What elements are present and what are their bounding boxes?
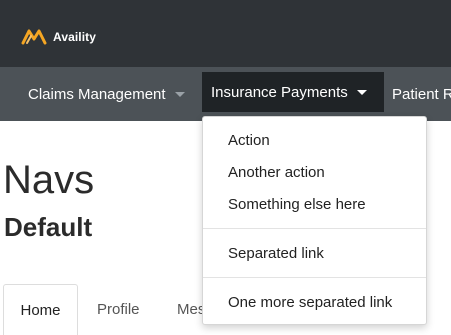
nav-insurance-label: Insurance Payments: [211, 83, 348, 101]
tab-home[interactable]: Home: [3, 284, 78, 335]
dropdown-item-one-more-separated-link[interactable]: One more separated link: [228, 294, 392, 311]
nav-patient[interactable]: Patient R: [392, 67, 451, 121]
nav-claims-management[interactable]: Claims Management: [28, 67, 198, 121]
dropdown-item-action[interactable]: Action: [228, 132, 270, 149]
dropdown-divider: [203, 228, 426, 229]
section-title: Default: [4, 212, 93, 242]
dropdown-item-separated-link[interactable]: Separated link: [228, 245, 324, 262]
tab-profile-label: Profile: [97, 301, 140, 318]
availity-logo-icon: [21, 27, 47, 47]
brand-name: Availity: [53, 30, 97, 44]
dropdown-item-something-else[interactable]: Something else here: [228, 196, 366, 213]
dropdown-item-another-action[interactable]: Another action: [228, 164, 325, 181]
nav-insurance-payments[interactable]: Insurance Payments: [202, 72, 384, 112]
tab-messages[interactable]: Mes: [177, 284, 203, 335]
brand-logo[interactable]: Availity: [21, 25, 96, 49]
tab-messages-label: Mes: [177, 301, 203, 318]
insurance-payments-dropdown-menu: Action Another action Something else her…: [202, 116, 427, 325]
nav-claims-label: Claims Management: [28, 85, 166, 103]
chevron-down-icon: [174, 91, 185, 97]
tab-home-label: Home: [20, 301, 61, 319]
page-title: Navs: [3, 158, 95, 202]
nav-patient-label: Patient R: [392, 85, 451, 103]
tab-profile[interactable]: Profile: [97, 284, 140, 335]
dropdown-divider: [203, 277, 426, 278]
chevron-down-icon: [356, 89, 367, 95]
